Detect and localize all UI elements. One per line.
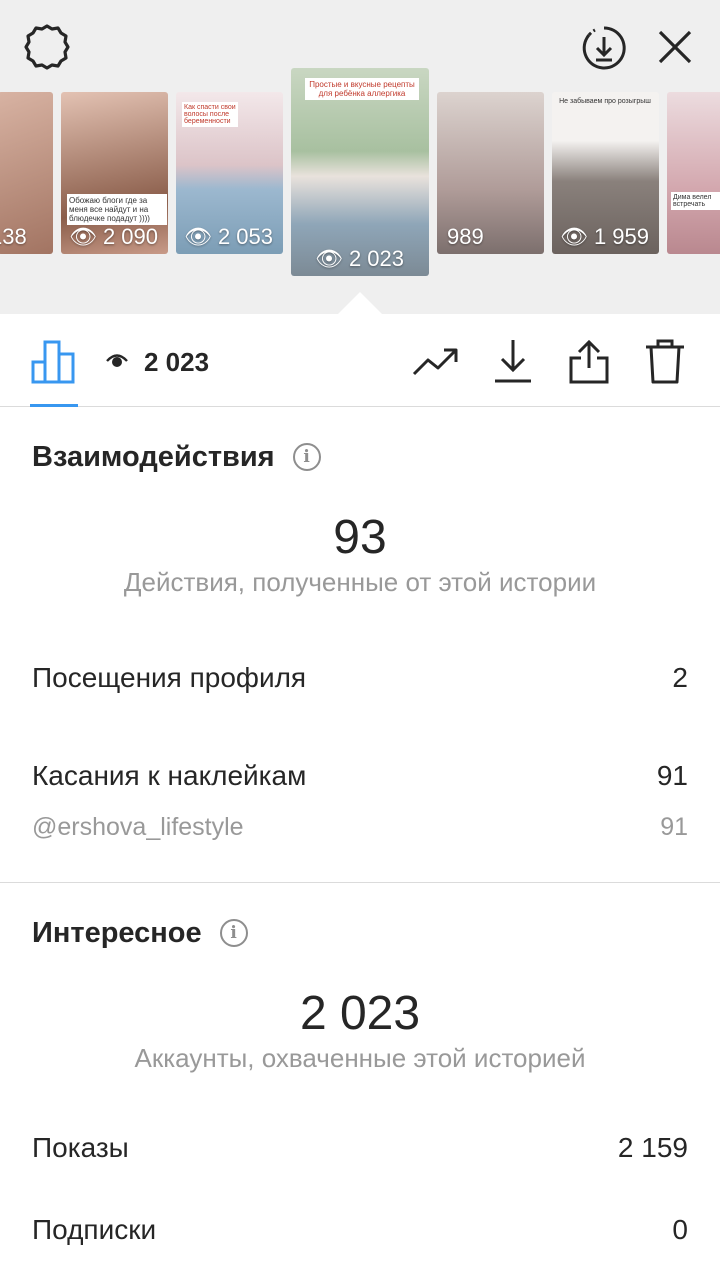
sticker-mention-row: @ershova_lifestyle 91 <box>32 813 688 842</box>
views-count: 138 <box>0 224 27 249</box>
discovery-total-label: Аккаунты, охваченные этой историей <box>134 1043 586 1073</box>
story-thumbnail-selected[interactable]: Простые и вкусные рецепты для ребёнка ал… <box>291 68 429 276</box>
story-thumbnail[interactable]: 989 <box>437 92 544 254</box>
bar-chart-icon <box>31 340 75 384</box>
row-value: 2 159 <box>617 1132 688 1163</box>
row-label: Посещения профиля <box>32 662 307 693</box>
discovery-total: 2 023 <box>299 987 421 1040</box>
story-caption: Дима велел встречать <box>671 192 720 210</box>
row-value: 91 <box>656 760 688 791</box>
eye-icon <box>106 351 128 374</box>
share-button[interactable] <box>566 336 612 386</box>
story-views: 2 023 <box>106 340 209 384</box>
story-caption: Простые и вкусные рецепты для ребёнка ал… <box>305 78 419 100</box>
story-thumbnail[interactable]: Дима велел встречать <box>667 92 720 254</box>
story-thumbnail[interactable]: Как спасти свои волосы после беременност… <box>176 92 283 254</box>
trending-up-icon <box>412 348 458 376</box>
share-icon <box>569 339 609 384</box>
views-count: 2 023 <box>144 346 210 377</box>
story-thumbnail[interactable]: 138 <box>0 92 53 254</box>
discovery-section-title: Интересное i <box>32 912 248 954</box>
section-divider <box>0 882 720 883</box>
story-thumbnails: 138 Обожаю блоги где за меня все найдут … <box>0 0 720 314</box>
follows-row: Подписки 0 <box>32 1214 688 1246</box>
selected-caret <box>336 292 384 316</box>
row-value: 2 <box>672 662 688 693</box>
interactions-section-title: Взаимодействия i <box>32 436 321 478</box>
story-caption: Как спасти свои волосы после беременност… <box>182 102 238 127</box>
trash-icon <box>646 339 684 384</box>
section-heading: Взаимодействия <box>32 440 275 473</box>
download-button[interactable] <box>490 336 536 386</box>
sticker-taps-row: Касания к наклейкам 91 <box>32 760 688 792</box>
insights-tab[interactable] <box>30 336 78 386</box>
profile-visits-row: Посещения профиля 2 <box>32 662 688 694</box>
delete-button[interactable] <box>642 336 688 386</box>
promote-button[interactable] <box>412 340 460 384</box>
section-heading: Интересное <box>32 916 202 949</box>
views-count: 1 959 <box>593 224 649 249</box>
sticker-label: @ershova_lifestyle <box>32 813 244 841</box>
views-count: 2 023 <box>348 246 404 271</box>
row-label: Показы <box>32 1132 129 1163</box>
sticker-value: 91 <box>660 813 688 841</box>
impressions-row: Показы 2 159 <box>32 1132 688 1164</box>
eye-icon: 👁 <box>184 224 212 249</box>
download-icon <box>495 340 531 383</box>
row-label: Касания к наклейкам <box>32 760 307 791</box>
story-caption: Не забываем про розыгрыш <box>559 98 651 105</box>
story-thumbnail[interactable]: Не забываем про розыгрыш 👁 1 959 <box>552 92 659 254</box>
interactions-total-label: Действия, полученные от этой истории <box>123 567 597 597</box>
interactions-total: 93 <box>333 511 387 564</box>
info-icon[interactable]: i <box>219 919 248 947</box>
active-tab-indicator <box>30 404 78 407</box>
story-caption: Обожаю блоги где за меня все найдут и на… <box>67 194 167 225</box>
row-value: 0 <box>672 1214 688 1245</box>
row-label: Подписки <box>32 1214 157 1245</box>
views-count: 2 053 <box>217 224 273 249</box>
eye-icon: 👁 <box>69 224 97 249</box>
story-thumbnail[interactable]: Обожаю блоги где за меня все найдут и на… <box>61 92 168 254</box>
views-count: 2 090 <box>102 224 158 249</box>
views-count: 989 <box>447 224 484 249</box>
eye-icon: 👁 <box>315 246 343 271</box>
eye-icon: 👁 <box>560 224 588 249</box>
info-icon[interactable]: i <box>292 443 321 471</box>
